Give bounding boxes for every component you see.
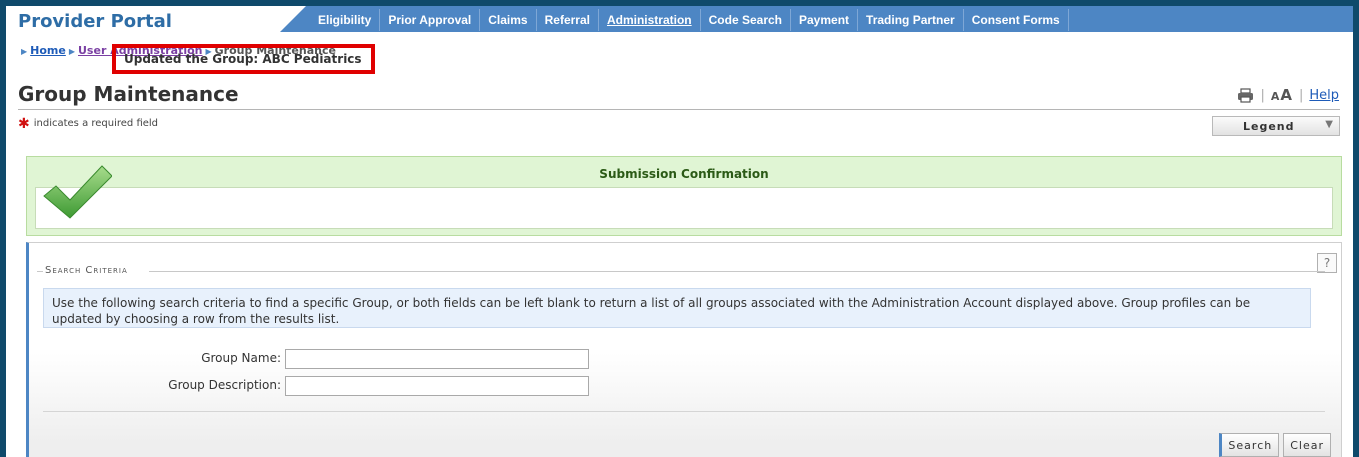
nav-tab-payment[interactable]: Payment bbox=[791, 9, 859, 31]
group-name-input[interactable] bbox=[285, 349, 589, 369]
nav-tab-administration[interactable]: Administration bbox=[599, 9, 701, 31]
breadcrumb-arrow-icon: ▶ bbox=[68, 47, 75, 56]
clear-button[interactable]: Clear bbox=[1283, 433, 1331, 457]
nav-tabs: Eligibility Prior Approval Claims Referr… bbox=[310, 9, 1069, 31]
legend-label: Legend bbox=[1243, 120, 1295, 133]
confirmation-message: Updated the Group: ABC Pediatrics bbox=[112, 44, 375, 74]
fieldset-border bbox=[149, 271, 1325, 272]
nav-tab-code-search[interactable]: Code Search bbox=[701, 9, 791, 31]
confirmation-message-box bbox=[35, 187, 1333, 229]
legend-dropdown[interactable]: Legend ▼ bbox=[1212, 116, 1340, 136]
group-description-row: Group Description: bbox=[29, 376, 589, 396]
title-divider bbox=[18, 109, 1340, 110]
nav-tab-referral[interactable]: Referral bbox=[537, 9, 599, 31]
group-description-label: Group Description: bbox=[168, 378, 281, 392]
print-icon[interactable] bbox=[1237, 87, 1254, 103]
nav-tab-consent-forms[interactable]: Consent Forms bbox=[964, 9, 1069, 31]
portal-title[interactable]: Provider Portal bbox=[18, 11, 172, 32]
nav-tab-claims[interactable]: Claims bbox=[480, 9, 537, 31]
required-star-icon: ✱ bbox=[18, 116, 30, 132]
page-tools: | AA | Help bbox=[1237, 86, 1339, 104]
confirmation-heading: Submission Confirmation bbox=[599, 167, 769, 181]
nav-tab-prior-approval[interactable]: Prior Approval bbox=[380, 9, 481, 31]
search-criteria-legend: Search Criteria bbox=[45, 265, 128, 276]
app-frame: Provider Portal Eligibility Prior Approv… bbox=[6, 6, 1353, 457]
required-field-note: ✱ indicates a required field bbox=[18, 116, 159, 132]
nav-tab-eligibility[interactable]: Eligibility bbox=[310, 9, 381, 31]
chevron-down-icon: ▼ bbox=[1325, 119, 1333, 130]
search-instructions: Use the following search criteria to fin… bbox=[43, 288, 1311, 328]
font-size-icon[interactable]: AA bbox=[1271, 86, 1293, 104]
nav-tab-trading-partner[interactable]: Trading Partner bbox=[858, 9, 964, 31]
tool-separator: | bbox=[1298, 87, 1304, 103]
help-link[interactable]: Help bbox=[1309, 88, 1339, 103]
search-criteria-panel: ? Search Criteria Use the following sear… bbox=[26, 242, 1342, 457]
button-divider bbox=[43, 411, 1325, 412]
button-bar: Search Clear bbox=[1219, 433, 1331, 457]
group-description-input[interactable] bbox=[285, 376, 589, 396]
checkmark-icon bbox=[43, 165, 112, 219]
header: Provider Portal Eligibility Prior Approv… bbox=[6, 6, 1353, 36]
group-name-row: Group Name: bbox=[29, 349, 589, 369]
breadcrumb-arrow-icon: ▶ bbox=[21, 47, 28, 56]
search-button[interactable]: Search bbox=[1219, 433, 1280, 457]
submission-confirmation-panel: Submission Confirmation bbox=[26, 156, 1342, 236]
page-title: Group Maintenance bbox=[18, 82, 239, 106]
tool-separator: | bbox=[1260, 87, 1265, 103]
fieldset-border bbox=[37, 271, 43, 272]
help-icon[interactable]: ? bbox=[1317, 253, 1337, 273]
breadcrumb-home-link[interactable]: Home bbox=[30, 44, 66, 57]
group-name-label: Group Name: bbox=[201, 351, 281, 365]
